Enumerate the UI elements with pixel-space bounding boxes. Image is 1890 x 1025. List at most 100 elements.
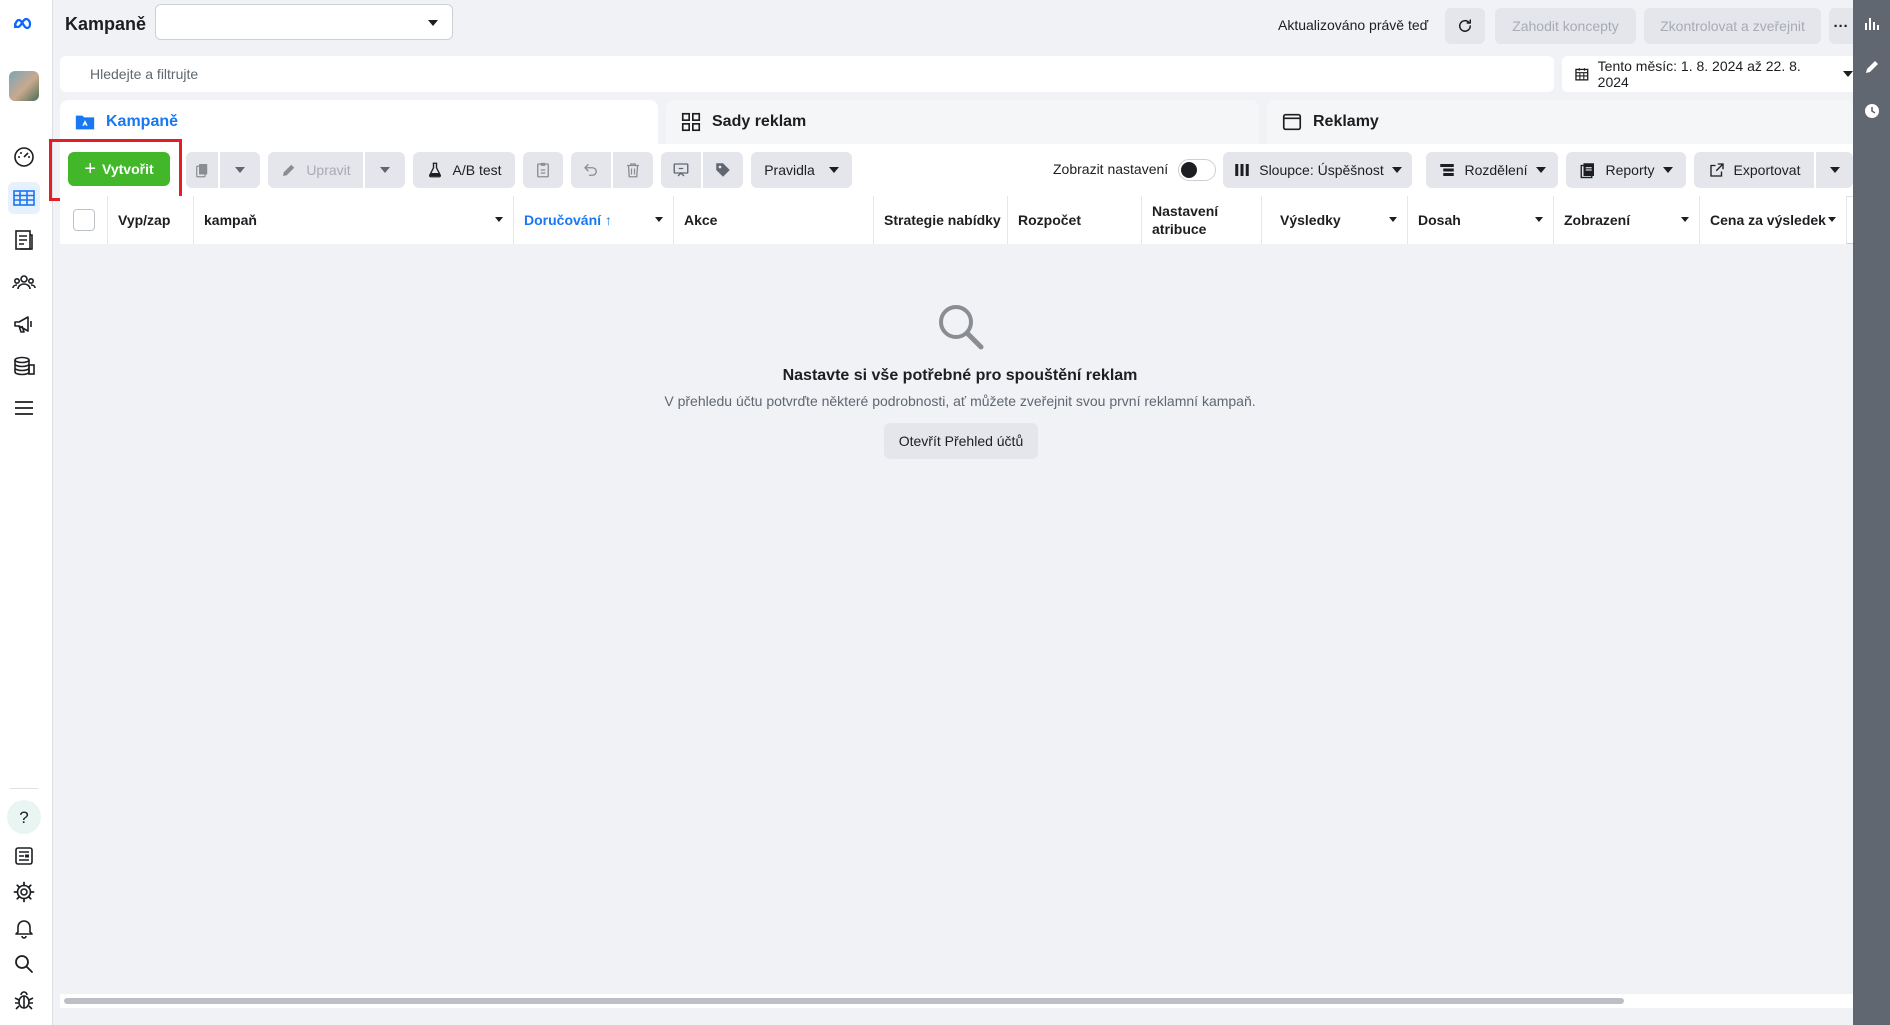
settings-icon[interactable] <box>8 876 40 908</box>
page-title: Kampaně <box>65 14 147 34</box>
chevron-down-icon <box>428 20 438 26</box>
tab-campaigns-label: Kampaně <box>106 113 179 130</box>
search-bar[interactable]: Hledejte a filtrujte <box>60 56 1554 92</box>
news-icon[interactable] <box>8 840 40 872</box>
avatar[interactable] <box>8 70 40 102</box>
campaigns-folder-icon <box>75 115 95 130</box>
tag-icon <box>716 163 730 177</box>
discard-drafts-button[interactable]: Zahodit koncepty <box>1495 8 1636 44</box>
svg-text:?: ? <box>19 808 28 827</box>
empty-state-description: V přehledu účtu potvrďte některé podrobn… <box>664 393 1256 409</box>
open-account-overview-button[interactable]: Otevřít Přehled účtů <box>884 423 1038 459</box>
select-all-checkbox[interactable] <box>72 209 95 231</box>
billing-icon[interactable] <box>8 350 40 382</box>
undo-icon <box>584 164 597 176</box>
date-range-picker[interactable]: Tento měsíc: 1. 8. 2024 až 22. 8. 2024 <box>1562 56 1853 92</box>
chevron-down-icon <box>380 167 390 173</box>
megaphone-icon[interactable] <box>8 308 40 340</box>
show-settings-label: Zobrazit nastavení <box>1053 161 1169 177</box>
chart-icon[interactable] <box>1863 14 1881 32</box>
magnifier-icon <box>939 305 984 350</box>
review-publish-button[interactable]: Zkontrolovat a zveřejnit <box>1644 8 1821 44</box>
clipboard-icon <box>537 162 549 178</box>
column-label: Strategie nabídky <box>884 212 1001 228</box>
breakdown-button[interactable]: Rozdělení <box>1426 152 1558 188</box>
meta-logo-icon[interactable] <box>8 8 40 40</box>
column-header-bid-strategy[interactable]: Strategie nabídky <box>874 196 1008 244</box>
nav-divider <box>10 788 38 789</box>
clock-icon[interactable] <box>1863 102 1881 120</box>
duplicate-button[interactable] <box>186 152 218 188</box>
columns-icon <box>1235 164 1249 176</box>
edit-dropdown-button[interactable] <box>365 152 405 188</box>
refresh-icon <box>1459 19 1471 32</box>
reports-button[interactable]: Reporty <box>1566 152 1686 188</box>
show-settings-toggle[interactable] <box>1178 159 1216 181</box>
bug-icon[interactable] <box>8 984 40 1016</box>
right-rail <box>1853 0 1890 1025</box>
sort-arrow-icon <box>1535 217 1543 222</box>
preview-button[interactable] <box>661 152 701 188</box>
column-header-toggle[interactable]: Vyp/zap <box>108 196 194 244</box>
updated-status: Aktualizováno právě teď <box>1278 17 1429 33</box>
edit-button[interactable]: Upravit <box>268 152 363 188</box>
ad-window-icon <box>1282 113 1302 131</box>
refresh-button[interactable] <box>1445 8 1485 44</box>
undo-button[interactable] <box>571 152 611 188</box>
dashboard-icon[interactable] <box>8 140 40 172</box>
campaign-dropdown[interactable] <box>155 4 453 40</box>
more-options-button[interactable]: ··· <box>1829 8 1853 44</box>
chevron-down-icon <box>1535 167 1546 173</box>
search-icon[interactable] <box>8 948 40 980</box>
column-header-results[interactable]: Výsledky <box>1262 196 1408 244</box>
tag-button[interactable] <box>703 152 743 188</box>
column-header-actions[interactable]: Akce <box>674 196 874 244</box>
column-header-campaign[interactable]: kampaň <box>194 196 514 244</box>
column-header-budget[interactable]: Rozpočet <box>1008 196 1142 244</box>
scrollbar-track <box>60 994 1853 1008</box>
column-header-delivery[interactable]: Doručování ↑ <box>514 196 674 244</box>
left-navigation: ? <box>0 0 53 1025</box>
highlight-box <box>49 139 182 201</box>
tab-campaigns[interactable]: Kampaně <box>60 100 658 144</box>
menu-icon[interactable] <box>8 392 40 424</box>
column-label: Zobrazení <box>1564 212 1631 228</box>
duplicate-dropdown-button[interactable] <box>220 152 260 188</box>
column-label: Doručování ↑ <box>524 212 612 228</box>
chevron-down-icon <box>1843 71 1853 77</box>
clipboard-button[interactable] <box>523 152 563 188</box>
trash-icon <box>627 163 639 178</box>
export-button-label: Exportovat <box>1733 162 1801 178</box>
ab-test-button-label: A/B test <box>452 162 502 178</box>
ab-test-button[interactable]: A/B test <box>413 152 515 188</box>
bell-icon[interactable] <box>8 912 40 944</box>
date-range-label: Tento měsíc: 1. 8. 2024 až 22. 8. 2024 <box>1597 58 1801 90</box>
chevron-down-icon <box>1391 167 1402 173</box>
scrollbar-thumb[interactable] <box>64 998 1624 1004</box>
columns-button[interactable]: Sloupce: Úspěšnost <box>1223 152 1412 188</box>
sort-arrow-icon <box>1828 217 1836 222</box>
tab-ads-label: Reklamy <box>1313 113 1379 130</box>
column-header-cost-per-result[interactable]: Cena za výsledek <box>1700 196 1847 244</box>
chevron-down-icon <box>1829 167 1840 173</box>
rules-button[interactable]: Pravidla <box>751 152 852 188</box>
column-label: Cena za výsledek <box>1710 212 1826 228</box>
help-icon[interactable]: ? <box>7 800 41 834</box>
export-button[interactable]: Exportovat <box>1694 152 1814 188</box>
export-dropdown-button[interactable] <box>1816 152 1853 188</box>
column-header-reach[interactable]: Dosah <box>1408 196 1554 244</box>
column-header-impressions[interactable]: Zobrazení <box>1554 196 1700 244</box>
columns-button-label: Sloupce: Úspěšnost <box>1259 162 1384 178</box>
preview-icon <box>673 163 689 177</box>
tab-ad-sets[interactable]: Sady reklam <box>666 100 1259 144</box>
audiences-icon[interactable] <box>8 266 40 298</box>
campaigns-table-icon[interactable] <box>8 182 40 214</box>
delete-button[interactable] <box>613 152 653 188</box>
column-header-attribution[interactable]: Nastavení atribuce <box>1142 196 1262 244</box>
copy-icon <box>196 164 208 178</box>
pencil-icon[interactable] <box>1863 58 1881 76</box>
column-label: Výsledky <box>1280 212 1341 228</box>
breakdown-icon <box>1440 164 1455 176</box>
tab-ads[interactable]: Reklamy <box>1267 100 1853 144</box>
catalog-icon[interactable] <box>8 224 40 256</box>
